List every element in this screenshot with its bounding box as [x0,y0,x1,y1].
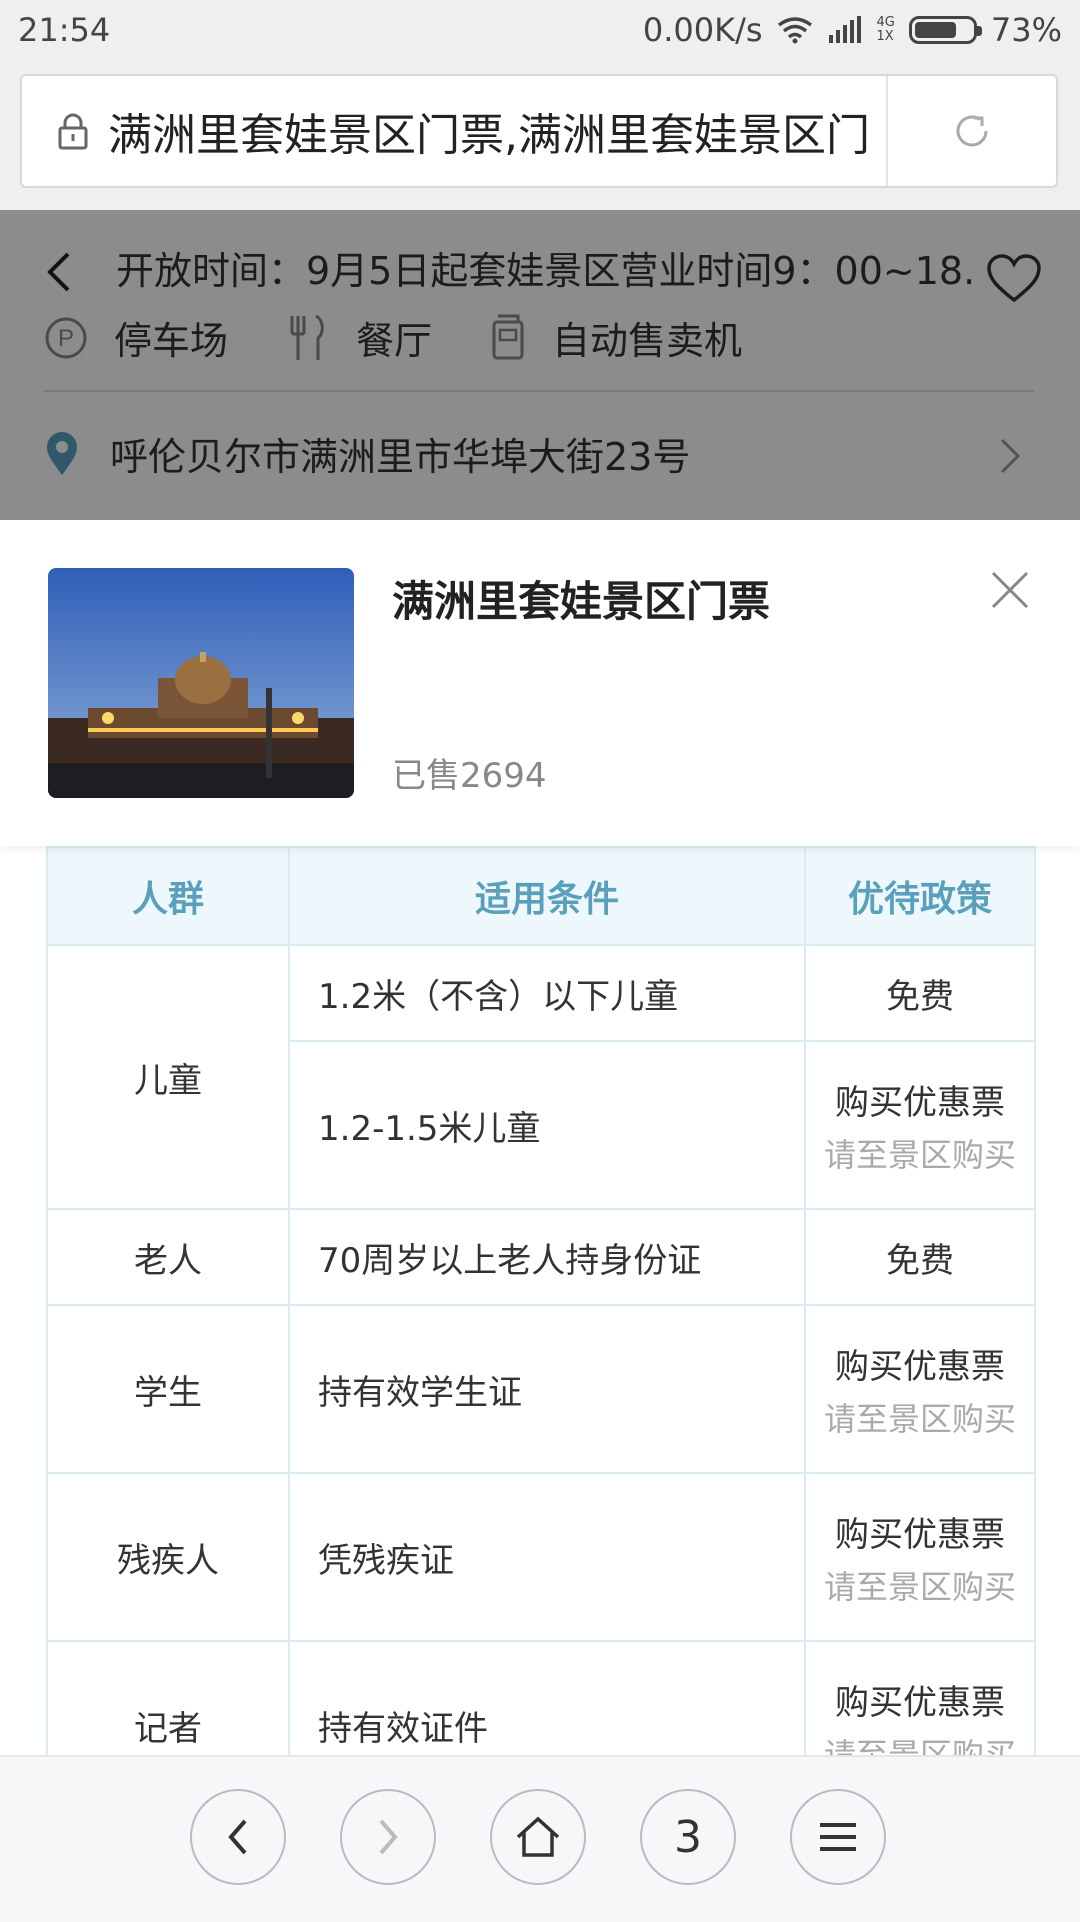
policy-note: 请至景区购买 [823,1567,1016,1606]
policy-text: 购买优惠票 [835,1346,1005,1387]
table-header-row: 人群 适用条件 优待政策 [46,846,1036,946]
network-type-top: 4G [876,15,895,30]
nav-forward-button[interactable] [340,1789,436,1885]
ticket-detail-modal: 满洲里套娃景区门票 已售2694 人群 适用条件 优待政策 儿童 1.2米（不含… [0,520,1080,1755]
policy-text: 免费 [886,976,954,1017]
group-cell: 儿童 [46,944,290,1210]
policy-cell: 免费 [804,944,1036,1042]
chevron-right-icon [379,1819,398,1855]
battery-icon [908,16,982,44]
condition-cell: 凭残疾证 [288,1472,806,1642]
browser-bottom-nav: 3 [0,1755,1080,1922]
group-cell: 记者 [46,1640,290,1755]
column-header: 适用条件 [288,846,806,946]
group-cell: 学生 [46,1304,290,1474]
network-type: 4G 1X [877,16,895,44]
home-icon [516,1816,560,1857]
policy-note: 请至景区购买 [823,1135,1016,1174]
menu-icon [820,1823,856,1851]
refresh-button[interactable] [888,109,1056,153]
nav-home-button[interactable] [490,1789,586,1885]
group-cell: 老人 [46,1208,290,1306]
close-icon[interactable] [990,570,1030,610]
discount-policy-table: 人群 适用条件 优待政策 儿童 1.2米（不含）以下儿童 免费 1.2-1.5米… [46,846,1036,1756]
modal-header: 满洲里套娃景区门票 已售2694 [0,520,1080,846]
product-image [48,568,354,798]
condition-cell: 持有效学生证 [288,1304,806,1474]
policy-text: 购买优惠票 [835,1514,1005,1555]
policy-text: 购买优惠票 [835,1082,1005,1123]
group-cell: 残疾人 [46,1472,290,1642]
table-row: 儿童 1.2米（不含）以下儿童 免费 [46,944,1036,1210]
table-row: 记者 持有效证件 购买优惠票请至景区购买 [46,1640,1036,1756]
modal-backdrop[interactable] [0,210,1080,520]
condition-cell: 持有效证件 [288,1640,806,1755]
signal-icon [828,16,861,43]
policy-note: 请至景区购买 [823,1735,1016,1756]
refresh-icon [956,115,988,147]
url-text[interactable]: 满洲里套娃景区门票,满洲里套娃景区门 [108,99,886,163]
policy-cell: 购买优惠票请至景区购买 [804,1304,1036,1474]
product-title: 满洲里套娃景区门票 [392,577,771,626]
condition-cell: 1.2-1.5米儿童 [288,1040,806,1210]
column-header: 优待政策 [804,846,1036,946]
chevron-left-icon [228,1819,247,1855]
policy-cell: 购买优惠票请至景区购买 [804,1040,1036,1210]
condition-cell: 1.2米（不含）以下儿童 [288,944,806,1042]
battery-fill [914,22,956,38]
status-time: 21:54 [18,11,111,49]
table-row: 老人 70周岁以上老人持身份证 免费 [46,1208,1036,1306]
wifi-icon [777,17,812,44]
table-row: 学生 持有效学生证 购买优惠票请至景区购买 [46,1304,1036,1474]
policy-text: 购买优惠票 [835,1682,1005,1723]
network-type-bottom: 1X [876,29,894,44]
network-speed: 0.00K/s [642,11,763,49]
policy-note: 请至景区购买 [823,1399,1016,1438]
address-bar[interactable]: 满洲里套娃景区门票,满洲里套娃景区门 [20,74,1058,188]
policy-cell: 购买优惠票请至景区购买 [804,1472,1036,1642]
column-header: 人群 [46,846,290,946]
status-bar: 21:54 0.00K/s 4G 1X 73% [0,0,1080,60]
policy-cell: 购买优惠票请至景区购买 [804,1640,1036,1756]
table-row: 残疾人 凭残疾证 购买优惠票请至景区购买 [46,1472,1036,1642]
tabs-count: 3 [674,1811,702,1863]
browser-toolbar: 满洲里套娃景区门票,满洲里套娃景区门 [0,60,1080,210]
lock-icon [38,112,108,150]
nav-menu-button[interactable] [790,1789,886,1885]
battery-percent: 73% [990,11,1062,49]
status-right: 0.00K/s 4G 1X 73% [643,11,1062,49]
sold-count: 已售2694 [392,756,547,796]
nav-back-button[interactable] [190,1789,286,1885]
policy-text: 免费 [886,1240,954,1281]
condition-cell: 70周岁以上老人持身份证 [288,1208,806,1306]
nav-tabs-button[interactable]: 3 [640,1789,736,1885]
policy-cell: 免费 [804,1208,1036,1306]
